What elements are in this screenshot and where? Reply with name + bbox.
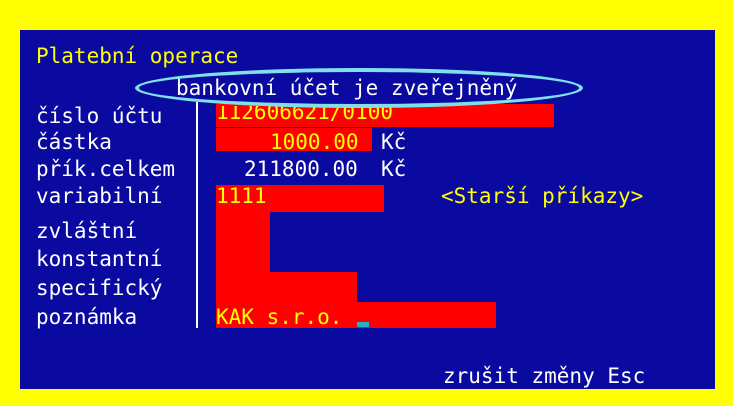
total-value: 211800.00 — [244, 157, 358, 181]
label-specific-symbol: specifický — [36, 276, 163, 300]
annotation-ellipse — [135, 68, 583, 108]
label-variable-symbol: variabilní — [36, 184, 163, 208]
label-value-separator — [196, 102, 198, 328]
variable-symbol-value: 1111 — [216, 184, 267, 208]
label-total: přík.celkem — [36, 157, 176, 181]
label-constant-symbol: konstantní — [36, 247, 163, 271]
screen-title: Platební operace — [36, 44, 239, 68]
note-value: KAK s.r.o. — [216, 305, 343, 329]
label-amount: částka — [36, 130, 112, 154]
special-symbol-field-bg[interactable] — [216, 212, 270, 272]
label-note: poznámka — [36, 305, 138, 329]
label-account-number: číslo účtu — [36, 104, 163, 128]
label-special-symbol: zvláštní — [36, 219, 138, 243]
older-orders-button[interactable]: <Starší příkazy> — [441, 184, 643, 208]
specific-symbol-field-bg[interactable] — [216, 272, 357, 302]
cancel-changes-hint[interactable]: zrušit změny Esc — [443, 364, 645, 388]
amount-unit: Kč — [381, 130, 407, 154]
text-cursor — [357, 322, 369, 327]
total-unit: Kč — [381, 157, 407, 181]
amount-value: 1000.00 — [270, 130, 359, 154]
